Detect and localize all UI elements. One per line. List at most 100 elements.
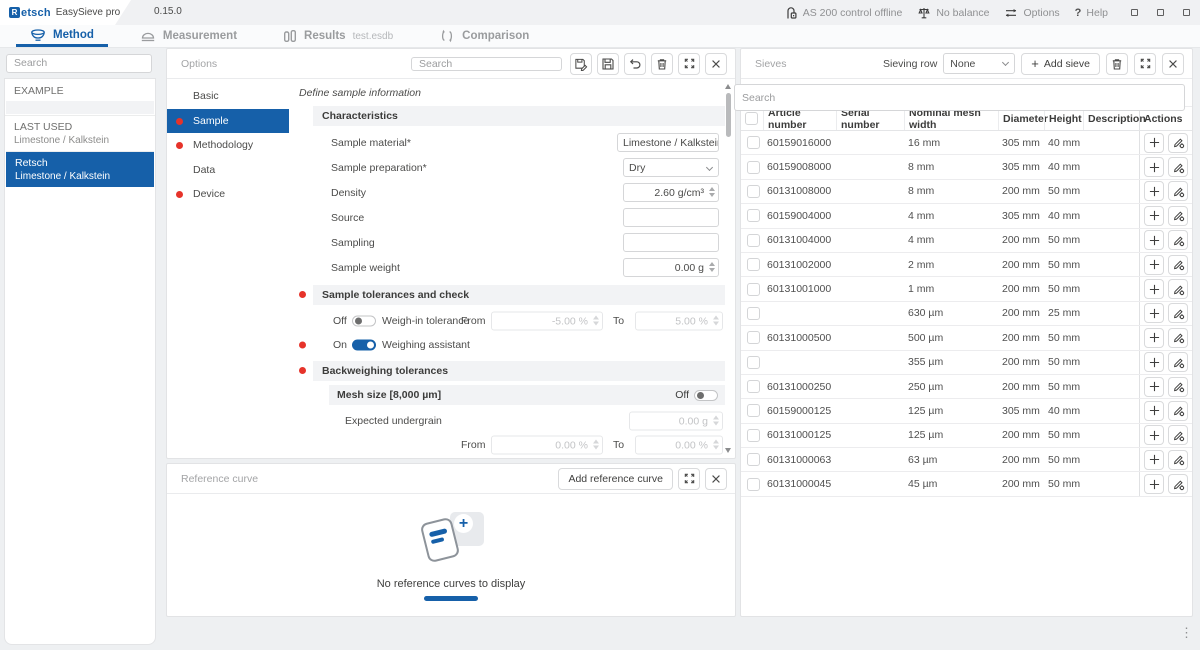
close-window-button[interactable] [1183, 9, 1190, 16]
form-scrollbar[interactable] [725, 84, 732, 453]
nav-item-basic[interactable]: Basic [167, 84, 289, 109]
add-sieve-to-row-button[interactable] [1144, 255, 1164, 275]
undo-button[interactable] [624, 53, 646, 75]
edit-sieve-button[interactable] [1168, 474, 1188, 494]
spinner-icon[interactable] [709, 187, 715, 197]
expected-undergrain-input[interactable]: 0.00 g [629, 412, 723, 431]
sample-preparation-select[interactable]: Dry [623, 158, 719, 177]
row-checkbox[interactable] [747, 283, 760, 296]
edit-sieve-button[interactable] [1168, 328, 1188, 348]
edit-sieve-button[interactable] [1168, 255, 1188, 275]
weighing-assistant-toggle[interactable] [352, 340, 376, 351]
row-checkbox[interactable] [747, 429, 760, 442]
add-sieve-button[interactable]: + Add sieve [1021, 53, 1100, 75]
mesh-size-toggle[interactable] [694, 390, 718, 401]
sample-weight-input[interactable]: 0.00 g [623, 258, 719, 277]
select-all-checkbox[interactable] [745, 112, 758, 125]
add-sieve-to-row-button[interactable] [1144, 230, 1164, 250]
row-checkbox[interactable] [747, 356, 760, 369]
row-checkbox[interactable] [747, 331, 760, 344]
options-search-input[interactable] [411, 57, 562, 71]
edit-sieve-button[interactable] [1168, 425, 1188, 445]
options-menu[interactable]: Options [1004, 6, 1059, 20]
add-sieve-to-row-button[interactable] [1144, 474, 1164, 494]
nav-item-sample[interactable]: Sample [167, 109, 289, 134]
tab-comparison[interactable]: Comparison [425, 25, 543, 47]
sieves-search-input[interactable] [734, 84, 1185, 111]
scrollbar-thumb[interactable] [726, 93, 731, 137]
expand-button[interactable] [678, 53, 700, 75]
scroll-up-icon[interactable] [725, 84, 731, 89]
row-checkbox[interactable] [747, 453, 760, 466]
add-sieve-to-row-button[interactable] [1144, 401, 1164, 421]
weigh-in-tolerance-toggle[interactable] [352, 316, 376, 327]
help-menu[interactable]: ? Help [1075, 7, 1108, 19]
edit-sieve-button[interactable] [1168, 206, 1188, 226]
close-panel-button[interactable] [705, 468, 727, 490]
add-sieve-to-row-button[interactable] [1144, 133, 1164, 153]
row-checkbox[interactable] [747, 258, 760, 271]
edit-sieve-button[interactable] [1168, 279, 1188, 299]
row-checkbox[interactable] [747, 209, 760, 222]
add-sieve-to-row-button[interactable] [1144, 279, 1164, 299]
scroll-down-icon[interactable] [725, 448, 731, 453]
sieving-row-select[interactable]: None [943, 53, 1015, 74]
spinner-icon[interactable] [709, 262, 715, 272]
save-button[interactable] [597, 53, 619, 75]
row-checkbox[interactable] [747, 404, 760, 417]
add-sieve-to-row-button[interactable] [1144, 181, 1164, 201]
undergrain-to-input[interactable]: 0.00 % [635, 436, 723, 455]
weigh-in-to-input[interactable]: 5.00 % [635, 312, 723, 331]
add-sieve-to-row-button[interactable] [1144, 328, 1164, 348]
source-input[interactable] [623, 208, 719, 227]
weigh-in-from-input[interactable]: -5.00 % [491, 312, 603, 331]
nav-item-methodology[interactable]: Methodology [167, 133, 289, 158]
undergrain-from-input[interactable]: 0.00 % [491, 436, 603, 455]
delete-button[interactable] [651, 53, 673, 75]
add-sieve-to-row-button[interactable] [1144, 425, 1164, 445]
row-checkbox[interactable] [747, 185, 760, 198]
edit-sieve-button[interactable] [1168, 401, 1188, 421]
method-search-input[interactable] [6, 54, 152, 73]
close-panel-button[interactable] [705, 53, 727, 75]
row-checkbox[interactable] [747, 380, 760, 393]
nav-item-device[interactable]: Device [167, 182, 289, 207]
method-group-example[interactable]: EXAMPLE [5, 79, 155, 114]
edit-sieve-button[interactable] [1168, 157, 1188, 177]
row-checkbox[interactable] [747, 161, 760, 174]
sampling-input[interactable] [623, 233, 719, 252]
add-sieve-to-row-button[interactable] [1144, 450, 1164, 470]
delete-sieves-button[interactable] [1106, 53, 1128, 75]
edit-sieve-button[interactable] [1168, 133, 1188, 153]
add-reference-curve-button[interactable]: Add reference curve [558, 468, 673, 490]
expand-button[interactable] [678, 468, 700, 490]
add-sieve-to-row-button[interactable] [1144, 377, 1164, 397]
close-panel-button[interactable] [1162, 53, 1184, 75]
tab-method[interactable]: Method [16, 25, 108, 47]
sample-material-input[interactable]: Limestone / Kalkstein [617, 133, 719, 152]
maximize-button[interactable] [1157, 9, 1164, 16]
row-checkbox[interactable] [747, 136, 760, 149]
add-sieve-to-row-button[interactable] [1144, 157, 1164, 177]
edit-sieve-button[interactable] [1168, 303, 1188, 323]
edit-sieve-button[interactable] [1168, 352, 1188, 372]
row-checkbox[interactable] [747, 478, 760, 491]
tab-results[interactable]: Results test.esdb [269, 25, 407, 47]
edit-sieve-button[interactable] [1168, 450, 1188, 470]
minimize-button[interactable] [1131, 9, 1138, 16]
row-checkbox[interactable] [747, 234, 760, 247]
method-item-retsch[interactable]: Retsch Limestone / Kalkstein [6, 151, 154, 187]
edit-sieve-button[interactable] [1168, 181, 1188, 201]
expand-button[interactable] [1134, 53, 1156, 75]
tab-measurement[interactable]: Measurement [126, 25, 251, 47]
add-sieve-to-row-button[interactable] [1144, 303, 1164, 323]
method-item-last-used[interactable]: LAST USED Limestone / Kalkstein [5, 115, 155, 151]
edit-sieve-button[interactable] [1168, 230, 1188, 250]
density-input[interactable]: 2.60 g/cm³ [623, 183, 719, 202]
edit-sieve-button[interactable] [1168, 377, 1188, 397]
row-checkbox[interactable] [747, 307, 760, 320]
add-sieve-to-row-button[interactable] [1144, 206, 1164, 226]
save-as-button[interactable] [570, 53, 592, 75]
add-sieve-to-row-button[interactable] [1144, 352, 1164, 372]
nav-item-data[interactable]: Data [167, 158, 289, 183]
